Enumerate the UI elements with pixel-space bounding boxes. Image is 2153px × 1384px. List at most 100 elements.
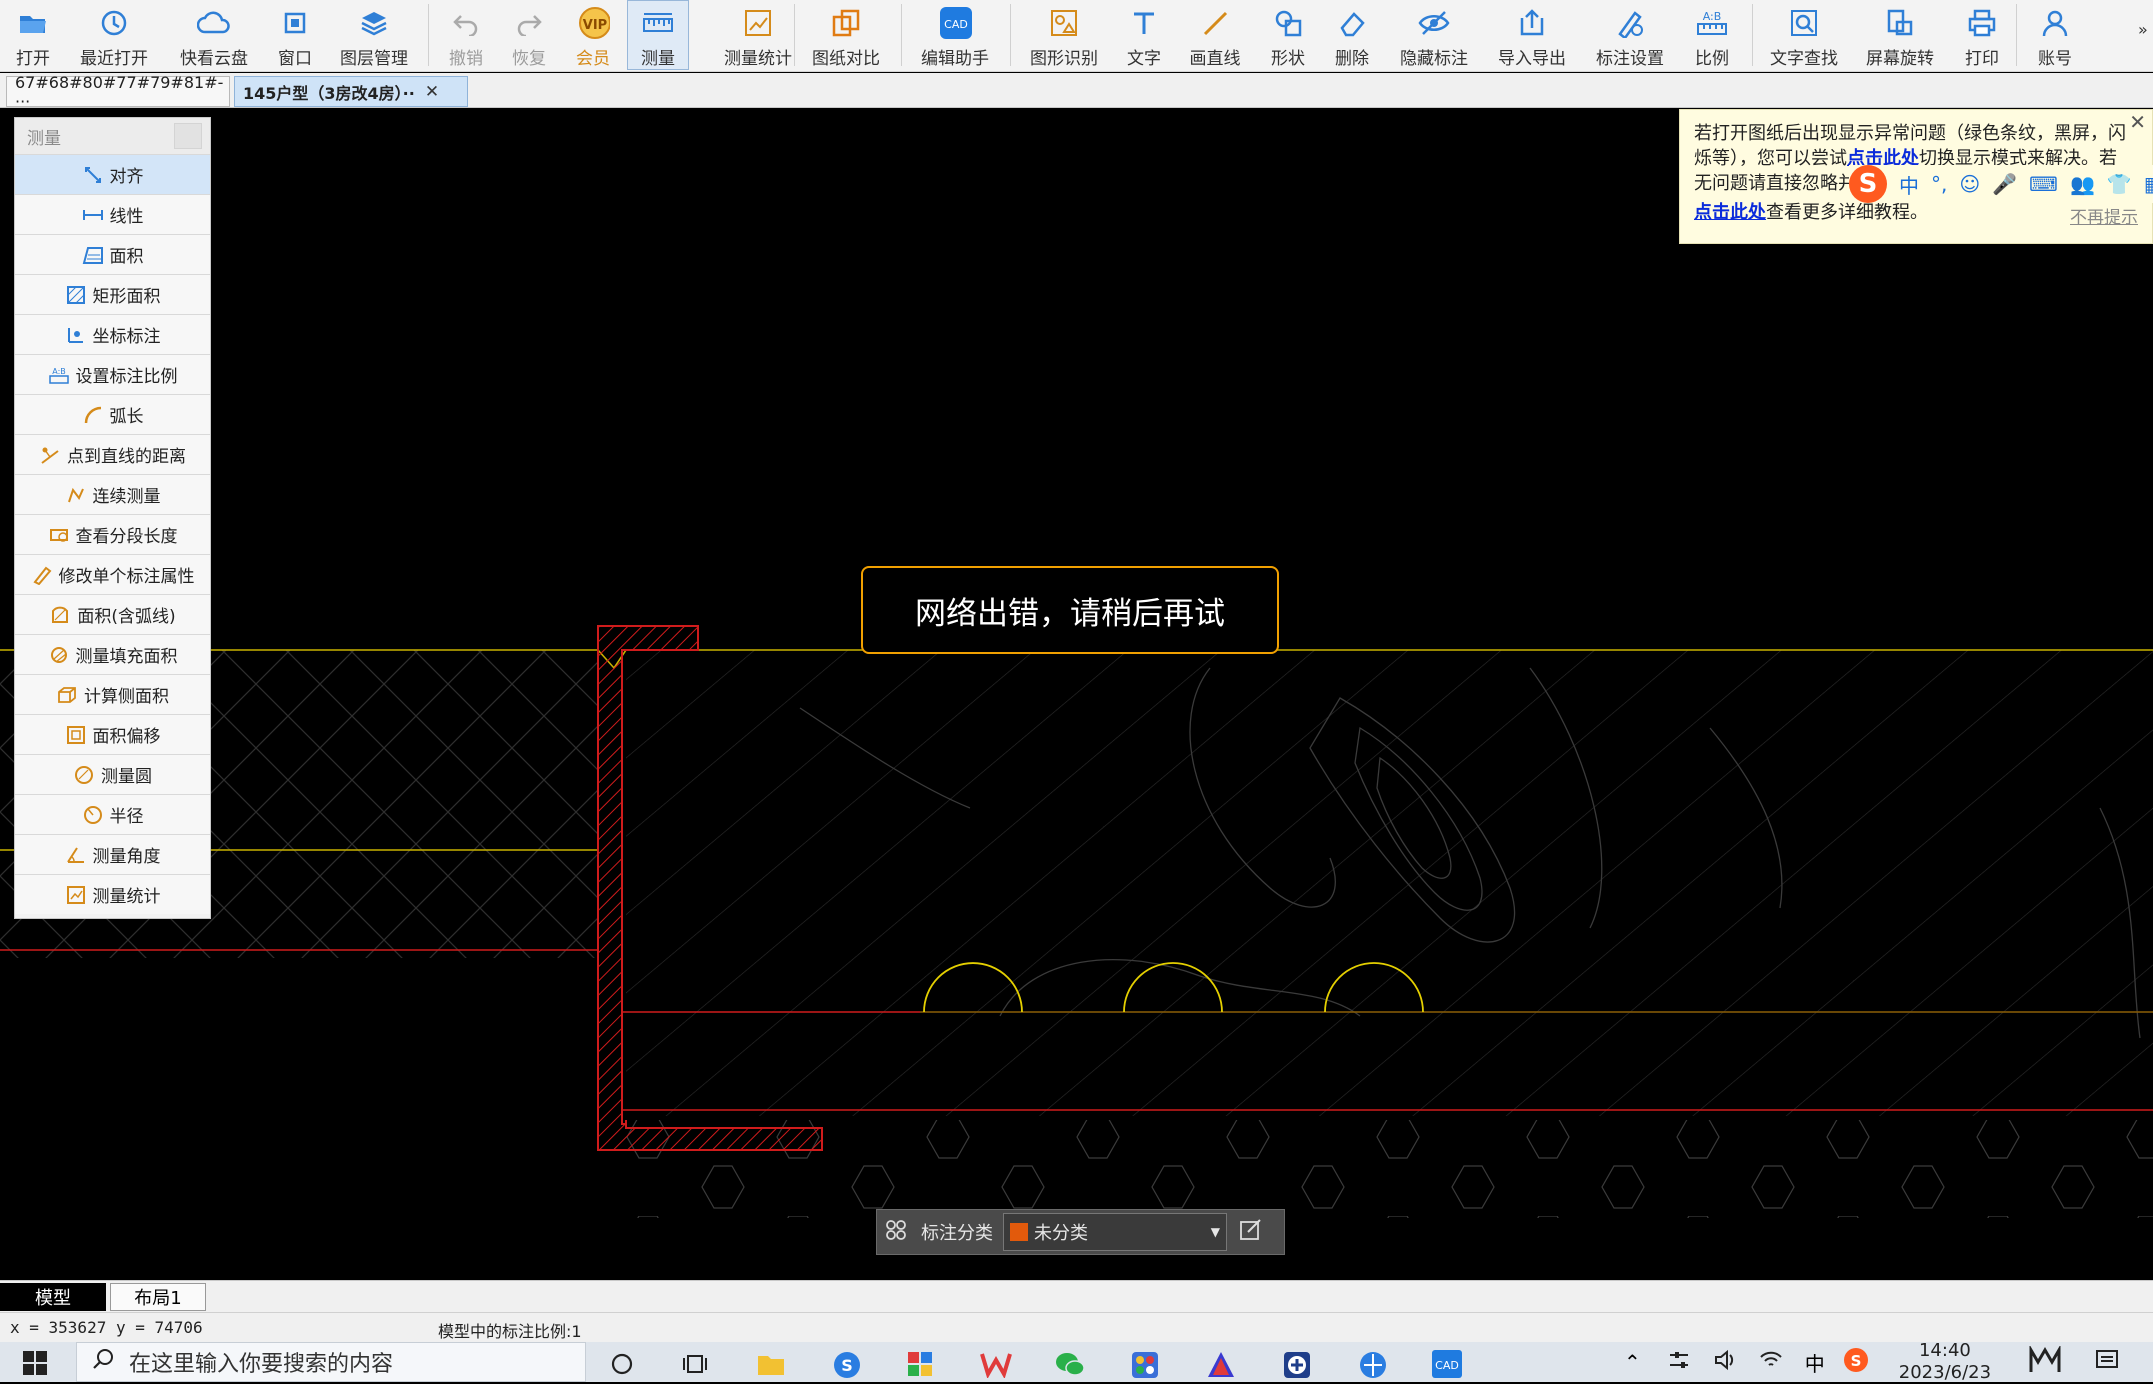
annotation-category-bar: 标注分类 未分类 ▼ xyxy=(876,1209,1285,1255)
scale-button[interactable]: A:B 比例 xyxy=(1692,0,1732,70)
user-icon xyxy=(2038,6,2072,40)
toolbar-more-button[interactable]: » xyxy=(2138,20,2148,39)
measure-area-item[interactable]: 面积 xyxy=(15,234,210,274)
account-button[interactable]: 账号 xyxy=(2032,0,2078,70)
emoji-icon[interactable]: ☺ xyxy=(1959,172,1980,196)
notification-icon[interactable] xyxy=(2095,1348,2119,1376)
file-explorer-icon[interactable] xyxy=(756,1350,786,1382)
keyboard-icon[interactable]: ⌨ xyxy=(2029,172,2058,196)
delete-button[interactable]: 删除 xyxy=(1332,0,1372,70)
undo-button[interactable]: 撤销 xyxy=(443,0,489,70)
measure-stats-item[interactable]: 测量统计 xyxy=(15,874,210,914)
tab-layout1[interactable]: 布局1 xyxy=(110,1283,206,1311)
annotation-settings-button[interactable]: 标注设置 xyxy=(1592,0,1668,70)
ime-language-indicator[interactable]: 中 xyxy=(1805,1348,1825,1377)
dont-show-again-link[interactable]: 不再提示 xyxy=(2070,206,2138,231)
wps-icon[interactable] xyxy=(980,1350,1012,1382)
tutorial-link[interactable]: 点击此处 xyxy=(1694,202,1766,223)
measure-point-line-item[interactable]: 点到直线的距离 xyxy=(15,434,210,474)
recent-open-button[interactable]: 最近打开 xyxy=(76,0,152,70)
measure-circle-item[interactable]: 测量圆 xyxy=(15,754,210,794)
category-selected-value: 未分类 xyxy=(1034,1223,1088,1244)
wechat-icon[interactable] xyxy=(1054,1350,1086,1382)
cursor-coordinates: x = 353627 y = 74706 xyxy=(10,1318,203,1337)
cortana-icon[interactable] xyxy=(610,1352,634,1380)
network-app-icon[interactable] xyxy=(1358,1350,1388,1384)
wifi-icon[interactable] xyxy=(1759,1349,1783,1375)
measure-set-scale-item[interactable]: A:B 设置标注比例 xyxy=(15,354,210,394)
taskbar-search-box[interactable]: 在这里输入你要搜索的内容 xyxy=(76,1342,586,1382)
edit-category-icon[interactable] xyxy=(1239,1218,1263,1247)
measure-fill-area-item[interactable]: 测量填充面积 xyxy=(15,634,210,674)
arc-icon xyxy=(82,404,104,426)
triangle-app-icon[interactable] xyxy=(1206,1350,1236,1384)
measure-stats-icon xyxy=(65,884,87,906)
text-search-button[interactable]: 文字查找 xyxy=(1766,0,1842,70)
chevron-up-icon[interactable]: ⌃ xyxy=(1624,1350,1641,1374)
measure-radius-item[interactable]: 半径 xyxy=(15,794,210,834)
measure-continuous-item[interactable]: 连续测量 xyxy=(15,474,210,514)
rotate-screen-button[interactable]: 屏幕旋转 xyxy=(1862,0,1938,70)
cad-edit-icon: CAD xyxy=(938,6,972,40)
toolbox-icon[interactable]: ▦ xyxy=(2144,172,2153,196)
microphone-icon[interactable]: 🎤 xyxy=(1992,172,2017,196)
measure-coordinate-item[interactable]: 坐标标注 xyxy=(15,314,210,354)
shape-recognize-button[interactable]: 图形识别 xyxy=(1026,0,1102,70)
plus-app-icon[interactable] xyxy=(1282,1350,1312,1384)
edit-assistant-button[interactable]: CAD 编辑助手 xyxy=(915,0,995,70)
ime-punct-toggle[interactable]: °, xyxy=(1931,172,1947,196)
measure-modify-item[interactable]: 修改单个标注属性 xyxy=(15,554,210,594)
import-export-button[interactable]: 导入导出 xyxy=(1494,0,1570,70)
game-app-icon[interactable] xyxy=(1130,1350,1160,1384)
grid-icon[interactable] xyxy=(885,1219,907,1246)
shape-button[interactable]: 形状 xyxy=(1268,0,1308,70)
vip-button[interactable]: VIP 会员 xyxy=(570,0,616,70)
sogou-tray-icon[interactable]: S xyxy=(1843,1347,1869,1377)
ime-lang-toggle[interactable]: 中 xyxy=(1899,170,1919,199)
document-tab[interactable]: 67#68#80#77#79#81#-··· ✕ xyxy=(6,73,248,111)
redo-button[interactable]: 恢复 xyxy=(506,0,552,70)
app-logo-icon[interactable] xyxy=(2029,1344,2061,1378)
sogou-logo-icon[interactable]: S xyxy=(1849,165,1887,203)
layout-tab-bar: 模型 布局1 xyxy=(0,1280,2153,1312)
open-button[interactable]: 打开 xyxy=(10,0,56,70)
measure-linear-item[interactable]: 线性 xyxy=(15,194,210,234)
measure-angle-item[interactable]: 测量角度 xyxy=(15,834,210,874)
cloud-disk-button[interactable]: 快看云盘 xyxy=(176,0,252,70)
volume-icon[interactable] xyxy=(1713,1349,1737,1375)
document-tab-active[interactable]: 145户型（3房改4房）·· ✕ xyxy=(234,76,468,107)
measure-align-item[interactable]: 对齐 xyxy=(15,154,210,194)
cloud-icon xyxy=(197,6,231,40)
drawing-canvas[interactable] xyxy=(0,108,2153,1280)
app-grid-icon[interactable] xyxy=(906,1350,934,1382)
measure-rect-area-item[interactable]: 矩形面积 xyxy=(15,274,210,314)
users-icon[interactable]: 👥 xyxy=(2070,172,2095,196)
notice-close-button[interactable]: ✕ xyxy=(2129,110,2146,135)
measure-arc-length-item[interactable]: 弧长 xyxy=(15,394,210,434)
print-button[interactable]: 打印 xyxy=(1962,0,2002,70)
cad-app-icon[interactable]: CAD xyxy=(1430,1348,1464,1384)
measure-area-arc-item[interactable]: 面积(含弧线) xyxy=(15,594,210,634)
hide-annotation-button[interactable]: 隐藏标注 xyxy=(1396,0,1472,70)
clock[interactable]: 14:40 2023/6/23 xyxy=(1899,1340,1991,1384)
layer-manage-button[interactable]: 图层管理 xyxy=(336,0,412,70)
close-icon[interactable]: ✕ xyxy=(425,82,439,102)
pen-settings-icon[interactable] xyxy=(1667,1349,1691,1375)
windows-start-icon[interactable] xyxy=(22,1350,48,1380)
task-view-icon[interactable] xyxy=(682,1352,708,1380)
draw-line-button[interactable]: 画直线 xyxy=(1186,0,1244,70)
category-select[interactable]: 未分类 ▼ xyxy=(1003,1213,1227,1251)
window-button[interactable]: 窗口 xyxy=(272,0,318,70)
sogou-browser-icon[interactable]: S xyxy=(832,1350,862,1384)
drawing-compare-button[interactable]: 图纸对比 xyxy=(808,0,884,70)
skin-icon[interactable]: 👕 xyxy=(2107,172,2132,196)
text-button[interactable]: 文字 xyxy=(1126,0,1162,70)
measure-side-area-item[interactable]: 计算侧面积 xyxy=(15,674,210,714)
panel-close-button[interactable] xyxy=(174,123,202,149)
tab-model[interactable]: 模型 xyxy=(0,1283,106,1311)
system-tray: ⌃ 中 S 14:40 2023/6/23 xyxy=(1624,1340,2119,1384)
measure-stats-button[interactable]: 测量统计 xyxy=(703,0,813,70)
measure-area-offset-item[interactable]: 面积偏移 xyxy=(15,714,210,754)
measure-button[interactable]: 测量 xyxy=(627,0,689,70)
measure-segment-item[interactable]: 查看分段长度 xyxy=(15,514,210,554)
